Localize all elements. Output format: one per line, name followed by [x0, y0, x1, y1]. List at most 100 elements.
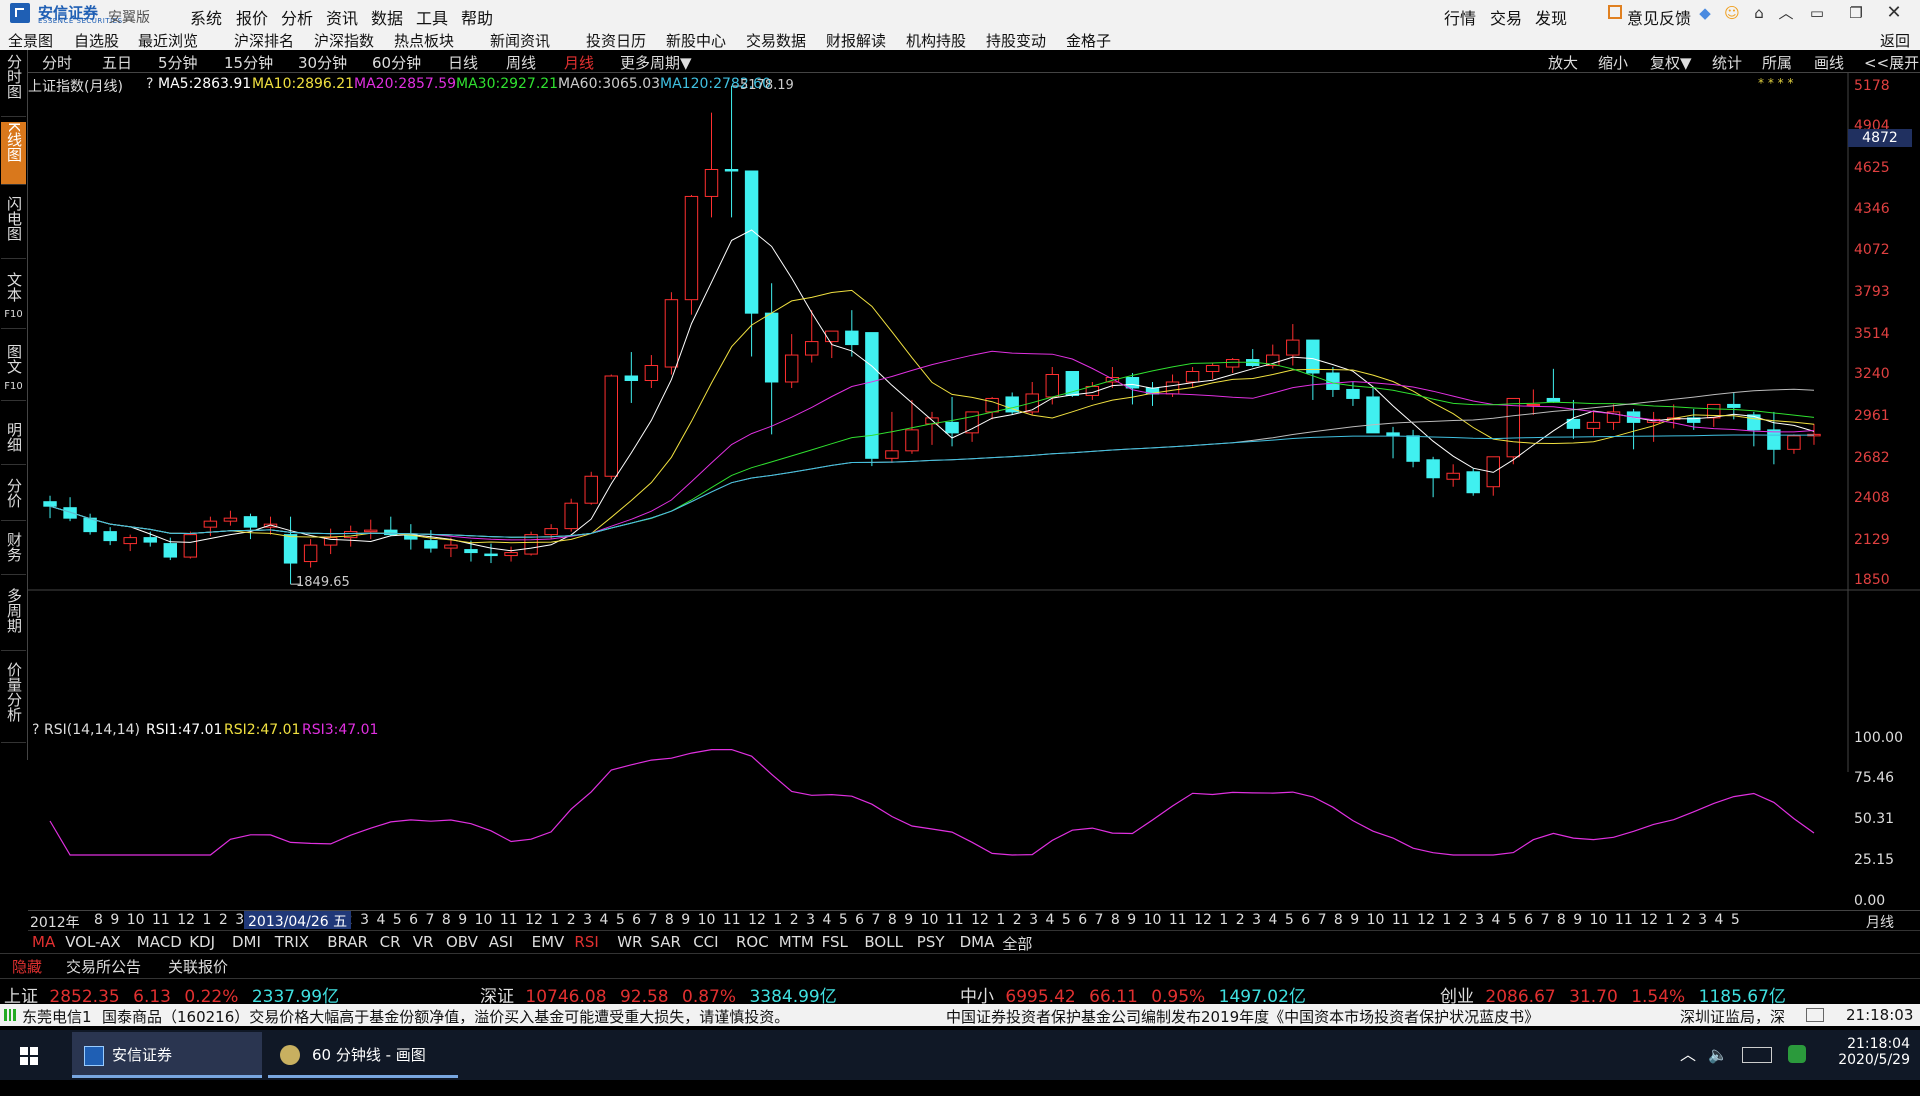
period-5day[interactable]: 五日 [102, 52, 132, 73]
feedback-link[interactable]: 意见反馈 [1627, 5, 1691, 29]
sidebar-flash[interactable]: 闪电图 [1, 196, 26, 259]
taskbar-app-anxin[interactable]: 安信证券 [72, 1032, 262, 1078]
nav-calendar[interactable]: 投资日历 [586, 30, 646, 51]
menu-discover[interactable]: 发现 [1535, 5, 1567, 29]
period-60min[interactable]: 60分钟 [372, 52, 421, 73]
zoom-out-button[interactable]: 缩小 [1598, 52, 1628, 73]
keyboard-icon[interactable] [1742, 1047, 1772, 1063]
indicator-tab-kdj[interactable]: KDJ [189, 933, 215, 951]
ticker-msg-3[interactable]: 深圳证监局，深 [1680, 1006, 1785, 1027]
nav-watchlist[interactable]: 自选股 [74, 30, 119, 51]
indicator-tab-dmi[interactable]: DMI [232, 933, 261, 951]
indicator-tab-roc[interactable]: ROC [736, 933, 769, 951]
stats-button[interactable]: 统计 [1712, 52, 1742, 73]
nav-trade-data[interactable]: 交易数据 [746, 30, 806, 51]
indicator-tab-sar[interactable]: SAR [650, 933, 680, 951]
menu-data[interactable]: 数据 [371, 5, 403, 29]
rsi-canvas[interactable] [28, 730, 1848, 910]
period-30min[interactable]: 30分钟 [298, 52, 347, 73]
indicator-tab-全部[interactable]: 全部 [1002, 933, 1032, 954]
period-15min[interactable]: 15分钟 [224, 52, 273, 73]
indicator-tab-trix[interactable]: TRIX [275, 933, 309, 951]
nav-holdings[interactable]: 持股变动 [986, 30, 1046, 51]
menu-quote[interactable]: 报价 [236, 5, 268, 29]
collapse-up-icon[interactable]: ︿ [1775, 2, 1797, 24]
period-weekly[interactable]: 周线 [506, 52, 536, 73]
ticker-msg-2[interactable]: 中国证券投资者保护基金公司编制发布2019年度《中国资本市场投资者保护状况蓝皮书… [946, 1006, 1539, 1027]
exchange-notice-tab[interactable]: 交易所公告 [66, 956, 141, 977]
server-label[interactable]: 东莞电信1 [22, 1006, 92, 1027]
indicator-tab-dma[interactable]: DMA [960, 933, 995, 951]
smile-icon[interactable]: ☺ [1721, 2, 1743, 24]
menu-tools[interactable]: 工具 [416, 5, 448, 29]
close-icon[interactable]: ✕ [1883, 2, 1905, 24]
indicator-tab-boll[interactable]: BOLL [864, 933, 903, 951]
indicator-tab-psy[interactable]: PSY [917, 933, 945, 951]
indicator-tab-wr[interactable]: WR [617, 933, 642, 951]
indicator-tab-macd[interactable]: MACD [137, 933, 182, 951]
nav-golden[interactable]: 金格子 [1066, 30, 1111, 51]
nav-reports[interactable]: 财报解读 [826, 30, 886, 51]
belongs-button[interactable]: 所属 [1762, 52, 1792, 73]
period-5min[interactable]: 5分钟 [158, 52, 198, 73]
hide-tab[interactable]: 隐藏 [12, 956, 42, 977]
feedback-icon[interactable] [1608, 5, 1622, 19]
sidebar-detail[interactable]: 明细 [1, 422, 26, 465]
shirt-icon[interactable]: ⌂ [1748, 2, 1770, 24]
period-timeshare[interactable]: 分时 [42, 52, 72, 73]
expand-button[interactable]: <<展开 [1864, 52, 1919, 73]
indicator-tab-cci[interactable]: CCI [693, 933, 718, 951]
taskbar-app-paint[interactable]: 60 分钟线 - 画图 [268, 1032, 458, 1078]
nav-recent[interactable]: 最近浏览 [138, 30, 198, 51]
back-button[interactable]: 返回 [1880, 30, 1910, 51]
draw-button[interactable]: 画线 [1814, 52, 1844, 73]
menu-help[interactable]: 帮助 [461, 5, 493, 29]
period-daily[interactable]: 日线 [448, 52, 478, 73]
period-monthly[interactable]: 月线 [564, 52, 594, 73]
monitor-icon[interactable] [1806, 1008, 1824, 1022]
restore-icon[interactable]: ❐ [1845, 2, 1867, 24]
tray-chevron-icon[interactable]: ︿ [1680, 1032, 1696, 1078]
adjust-button[interactable]: 复权▼ [1650, 52, 1692, 73]
nav-ranking[interactable]: 沪深排名 [234, 30, 294, 51]
menu-analysis[interactable]: 分析 [281, 5, 313, 29]
indicator-tab-cr[interactable]: CR [380, 933, 401, 951]
ticker-msg-1[interactable]: 国泰商品（160216）交易价格大幅高于基金份额净值，溢价买入基金可能遭受重大损… [102, 1006, 789, 1027]
sidebar-graphic-f10[interactable]: 图文 F10 [1, 344, 26, 401]
legend-help-icon[interactable]: ? [146, 76, 153, 92]
indicator-tab-mtm[interactable]: MTM [779, 933, 814, 951]
nav-ipo[interactable]: 新股中心 [666, 30, 726, 51]
chart-canvas[interactable] [28, 72, 1920, 772]
indicator-tab-rsi[interactable]: RSI [574, 933, 598, 951]
indicator-tab-obv[interactable]: OBV [446, 933, 478, 951]
volume-icon[interactable]: 🔈 [1708, 1032, 1728, 1078]
sidebar-kline[interactable]: K线图 [1, 122, 26, 185]
menu-market[interactable]: 行情 [1444, 5, 1476, 29]
nav-news[interactable]: 新闻资讯 [490, 30, 550, 51]
cap-icon[interactable]: ◆ [1694, 2, 1716, 24]
zoom-in-button[interactable]: 放大 [1548, 52, 1578, 73]
indicator-tab-vol-ax[interactable]: VOL-AX [65, 933, 121, 951]
indicator-tab-asi[interactable]: ASI [489, 933, 513, 951]
indicator-tab-brar[interactable]: BRAR [327, 933, 368, 951]
indicator-tab-emv[interactable]: EMV [532, 933, 565, 951]
nav-hot-sectors[interactable]: 热点板块 [394, 30, 454, 51]
indicator-tab-ma[interactable]: MA [32, 933, 55, 951]
period-more[interactable]: 更多周期▼ [620, 52, 692, 73]
sidebar-finance[interactable]: 财务 [1, 532, 26, 575]
nav-institutions[interactable]: 机构持股 [906, 30, 966, 51]
nav-panorama[interactable]: 全景图 [8, 30, 53, 51]
menu-system[interactable]: 系统 [190, 5, 222, 29]
start-button[interactable] [0, 1032, 58, 1078]
sidebar-price-dist[interactable]: 分价 [1, 478, 26, 521]
nav-index[interactable]: 沪深指数 [314, 30, 374, 51]
sidebar-multi-period[interactable]: 多周期 [1, 588, 26, 651]
indicator-tab-fsl[interactable]: FSL [822, 933, 848, 951]
taskbar-clock[interactable]: 21:18:04 2020/5/29 [1830, 1036, 1910, 1068]
sidebar-text-f10[interactable]: 文本 F10 [1, 272, 26, 329]
kline-chart[interactable]: 上证指数(月线) ? MA5:2863.91 MA10:2896.21 MA20… [28, 72, 1920, 786]
menu-trade[interactable]: 交易 [1490, 5, 1522, 29]
indicator-tab-vr[interactable]: VR [413, 933, 434, 951]
menu-info[interactable]: 资讯 [326, 5, 358, 29]
sidebar-timeshare[interactable]: 分时图 [1, 54, 26, 117]
